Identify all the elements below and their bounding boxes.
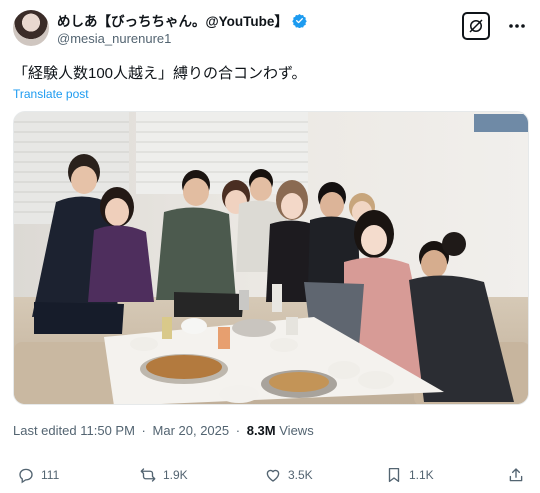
reply-button[interactable]: 111	[17, 462, 59, 488]
tweet-text: 「経験人数100人越え」縛りの合コンわず。	[13, 65, 307, 82]
heart-icon	[266, 469, 280, 482]
translate-post-link[interactable]: Translate post	[13, 87, 89, 101]
avatar[interactable]	[13, 10, 49, 46]
tweet-date[interactable]: Mar 20, 2025	[153, 423, 230, 438]
share-button[interactable]	[507, 462, 525, 488]
grok-icon	[469, 19, 483, 33]
tweet-actions: 111 1.9K 3.5K 1.1K	[13, 462, 527, 488]
author-handle[interactable]: @mesia_nurenure1	[57, 31, 171, 46]
tweet-meta: Last edited 11:50 PM · Mar 20, 2025 · 8.…	[13, 423, 314, 438]
tweet-photo[interactable]	[13, 111, 529, 405]
bookmark-count: 1.1K	[409, 468, 434, 482]
group-photo-image	[14, 112, 528, 404]
more-dots-icon	[509, 24, 525, 28]
repost-icon	[140, 468, 156, 482]
tweet-header: めしあ【びっちちゃん。@YouTube】 @mesia_nurenure1	[13, 10, 527, 48]
like-count: 3.5K	[288, 468, 313, 482]
repost-count: 1.9K	[163, 468, 188, 482]
views-count: 8.3M	[246, 423, 276, 438]
reply-icon	[19, 468, 33, 484]
share-icon	[509, 468, 523, 482]
views-label: Views	[279, 423, 314, 438]
author-display-name[interactable]: めしあ【びっちちゃん。@YouTube】	[57, 10, 288, 30]
repost-button[interactable]: 1.9K	[139, 462, 188, 488]
edited-label[interactable]: Last edited	[13, 423, 77, 438]
reply-count: 111	[41, 468, 60, 482]
tweet-time[interactable]: 11:50 PM	[80, 423, 135, 438]
meta-separator: ·	[235, 423, 241, 438]
more-options-button[interactable]	[507, 16, 527, 36]
bookmark-button[interactable]: 1.1K	[385, 462, 434, 488]
meta-separator: ·	[141, 423, 146, 438]
grok-button[interactable]	[462, 12, 490, 40]
author-name-line: めしあ【びっちちゃん。@YouTube】	[57, 11, 307, 29]
verified-badge-icon	[292, 13, 307, 28]
like-button[interactable]: 3.5K	[264, 462, 313, 488]
bookmark-icon	[388, 467, 400, 483]
